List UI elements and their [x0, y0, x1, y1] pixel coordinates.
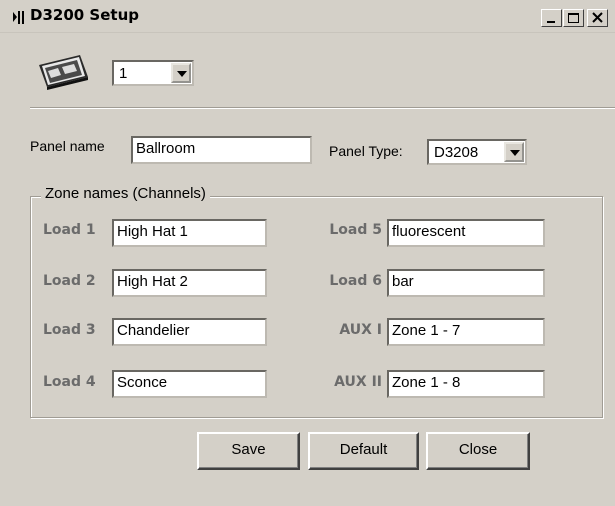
unit-select-value: 1: [119, 65, 128, 82]
aux-1-input[interactable]: Zone 1 - 7: [387, 318, 545, 346]
load-6-input[interactable]: bar: [387, 269, 545, 297]
load-1-input[interactable]: High Hat 1: [112, 219, 267, 247]
load-3-label: Load 3: [43, 322, 96, 338]
aux-2-label: AUX II: [334, 374, 382, 390]
load-1-label: Load 1: [43, 222, 96, 238]
maximize-button[interactable]: [563, 9, 584, 27]
minimize-button[interactable]: [541, 9, 562, 27]
panel-name-label: Panel name: [30, 138, 105, 154]
panel-type-select[interactable]: D3208: [427, 139, 527, 165]
panel-type-value: D3208: [434, 144, 479, 161]
save-button[interactable]: Save: [197, 432, 300, 470]
panel-name-input[interactable]: Ballroom: [131, 136, 312, 164]
close-window-button[interactable]: [587, 9, 608, 27]
music-app-icon: [13, 11, 24, 24]
aux-2-input[interactable]: Zone 1 - 8: [387, 370, 545, 398]
close-button[interactable]: Close: [426, 432, 530, 470]
load-4-input[interactable]: Sconce: [112, 370, 267, 398]
load-2-input[interactable]: High Hat 2: [112, 269, 267, 297]
unit-select[interactable]: 1: [112, 60, 194, 86]
maximize-icon: [568, 13, 579, 23]
close-icon: [592, 12, 603, 23]
load-6-label: Load 6: [329, 273, 382, 289]
dimmer-panel-icon: [39, 55, 88, 90]
default-button[interactable]: Default: [308, 432, 419, 470]
load-5-label: Load 5: [329, 222, 382, 238]
minimize-icon: [547, 21, 555, 23]
title-bar[interactable]: D3200 Setup: [0, 0, 615, 33]
window-title: D3200 Setup: [30, 6, 139, 24]
zone-names-group-title: Zone names (Channels): [41, 185, 210, 202]
panel-type-label: Panel Type:: [329, 143, 403, 159]
load-2-label: Load 2: [43, 273, 96, 289]
load-5-input[interactable]: fluorescent: [387, 219, 545, 247]
separator: [30, 107, 615, 109]
panel-type-dropdown-button[interactable]: [504, 142, 524, 162]
load-3-input[interactable]: Chandelier: [112, 318, 267, 346]
load-4-label: Load 4: [43, 374, 96, 390]
unit-select-dropdown-button[interactable]: [171, 63, 191, 83]
aux-1-label: AUX I: [339, 322, 382, 338]
